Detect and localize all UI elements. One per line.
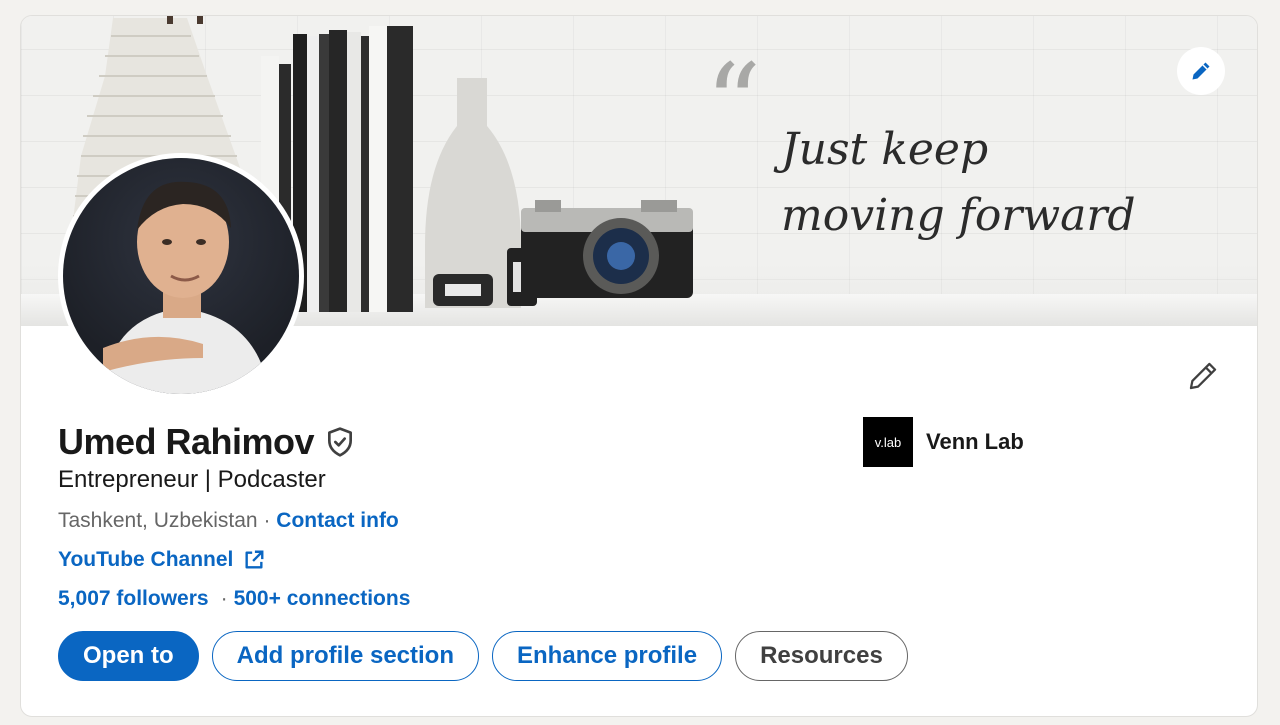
name-row: Umed Rahimov xyxy=(58,421,356,463)
resources-button[interactable]: Resources xyxy=(735,631,908,681)
youtube-channel-link[interactable]: YouTube Channel xyxy=(58,548,233,572)
avatar xyxy=(63,158,299,394)
company-name: Venn Lab xyxy=(926,429,1024,454)
add-profile-section-button[interactable]: Add profile section xyxy=(211,631,480,681)
separator: · xyxy=(220,587,228,610)
company-logo: v.lab xyxy=(863,417,913,467)
banner-quote-line2: moving forward xyxy=(781,190,1136,241)
pencil-icon xyxy=(1192,62,1210,80)
contact-info-link[interactable]: Contact info xyxy=(276,509,398,532)
followers-link[interactable]: 5,007 followers xyxy=(58,587,209,611)
separator: · xyxy=(257,509,277,532)
edit-banner-button[interactable] xyxy=(1177,47,1225,95)
location-row: Tashkent, Uzbekistan · Contact info xyxy=(58,509,399,533)
current-company[interactable]: v.lab Venn Lab xyxy=(863,417,1024,467)
website-row: YouTube Channel xyxy=(58,548,265,572)
profile-name: Umed Rahimov xyxy=(58,421,315,462)
edit-intro-button[interactable] xyxy=(1181,354,1225,398)
profile-photo[interactable] xyxy=(58,153,304,399)
profile-card: “ Just keep moving forward Umed Rahimov … xyxy=(20,15,1258,717)
location-text: Tashkent, Uzbekistan xyxy=(58,509,258,532)
network-stats: 5,007 followers · 500+ connections xyxy=(58,587,410,611)
enhance-profile-button[interactable]: Enhance profile xyxy=(492,631,723,681)
profile-headline: Entrepreneur | Podcaster xyxy=(58,466,326,493)
banner-quote-line1: Just keep xyxy=(773,124,988,175)
open-to-button[interactable]: Open to xyxy=(58,631,199,681)
external-link-icon[interactable] xyxy=(243,549,265,571)
quote-mark: “ xyxy=(705,40,761,168)
camera xyxy=(521,200,693,298)
pencil-icon xyxy=(1189,362,1217,390)
person-silhouette xyxy=(103,181,269,394)
profile-actions: Open to Add profile section Enhance prof… xyxy=(58,631,908,681)
bottle-vase xyxy=(425,78,521,308)
connections-link[interactable]: 500+ connections xyxy=(234,587,411,611)
verified-shield-icon[interactable] xyxy=(324,426,356,458)
